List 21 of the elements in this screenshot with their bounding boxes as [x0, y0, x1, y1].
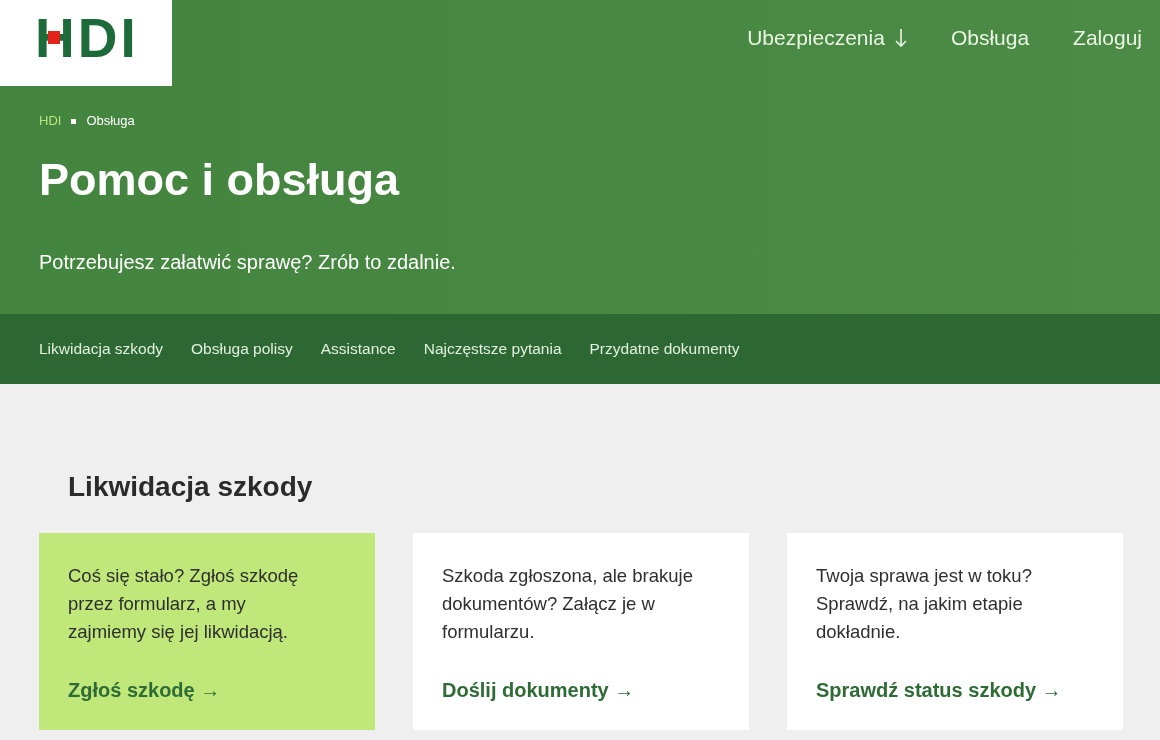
card-link[interactable]: Sprawdź status szkody →	[816, 676, 1062, 704]
card-description: Szkoda zgłoszona, ale brakuje dokumentów? Załącz je w formularzu.	[442, 564, 694, 644]
nav-link[interactable]: Zaloguj	[1073, 25, 1142, 51]
section-heading: Likwidacja szkody	[68, 471, 314, 503]
breadcrumb-current: Obsługa	[86, 113, 135, 129]
card-link[interactable]: Zgłoś szkodę →	[68, 676, 221, 704]
page-title: Pomoc i obsługa	[39, 154, 401, 206]
hdi-logo[interactable]: HDI	[35, 10, 139, 66]
breadcrumb-link[interactable]: HDI	[39, 113, 62, 129]
section-tab[interactable]: Assistance	[320, 339, 396, 359]
page-subtitle: Potrzebujesz załatwić sprawę? Zrób to zdalnie.	[39, 250, 457, 274]
section-tab[interactable]: Obsługa polisy	[191, 339, 293, 359]
nav-link[interactable]: Ubezpieczenia	[747, 25, 907, 51]
section-tab[interactable]: Likwidacja szkody	[39, 339, 164, 359]
card-link[interactable]: Doślij dokumenty →	[442, 676, 635, 704]
section-tab[interactable]: Przydatne dokumenty	[589, 339, 740, 359]
nav-link[interactable]: Obsługa	[950, 25, 1030, 51]
separator-icon	[71, 118, 77, 124]
card-description: Coś się stało? Zgłoś szkodę przez formularz, a my zajmiemy się jej likwidacją.	[68, 564, 300, 644]
section-tab[interactable]: Najczęstsze pytania	[423, 339, 562, 359]
card-description: Twoja sprawa jest w toku? Sprawdź, na jakim etapie dokładnie.	[816, 564, 1033, 644]
